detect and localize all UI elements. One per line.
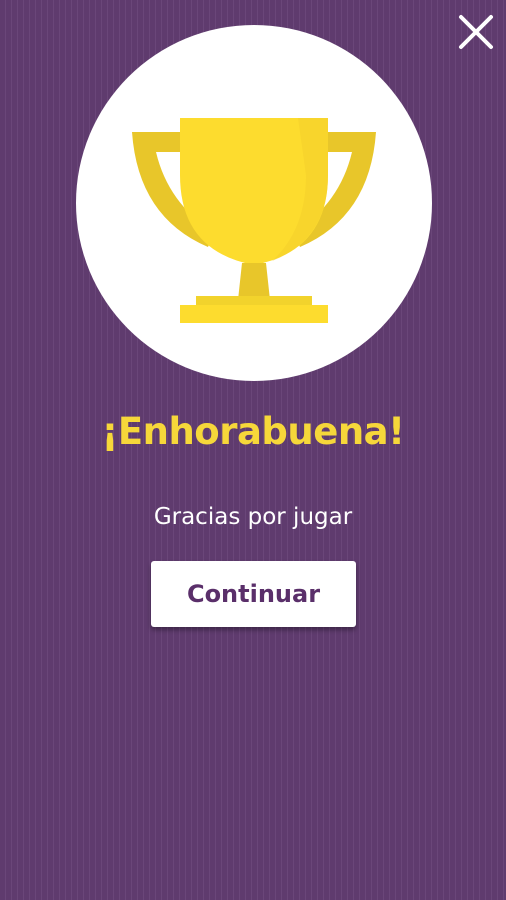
continue-button[interactable]: Continuar <box>151 561 356 627</box>
trophy-icon <box>132 118 376 323</box>
close-button[interactable] <box>456 12 496 52</box>
close-icon <box>459 15 493 49</box>
trophy-badge <box>76 25 432 381</box>
thanks-message: Gracias por jugar <box>153 504 353 530</box>
congratulations-title: ¡Enhorabuena! <box>101 410 405 453</box>
